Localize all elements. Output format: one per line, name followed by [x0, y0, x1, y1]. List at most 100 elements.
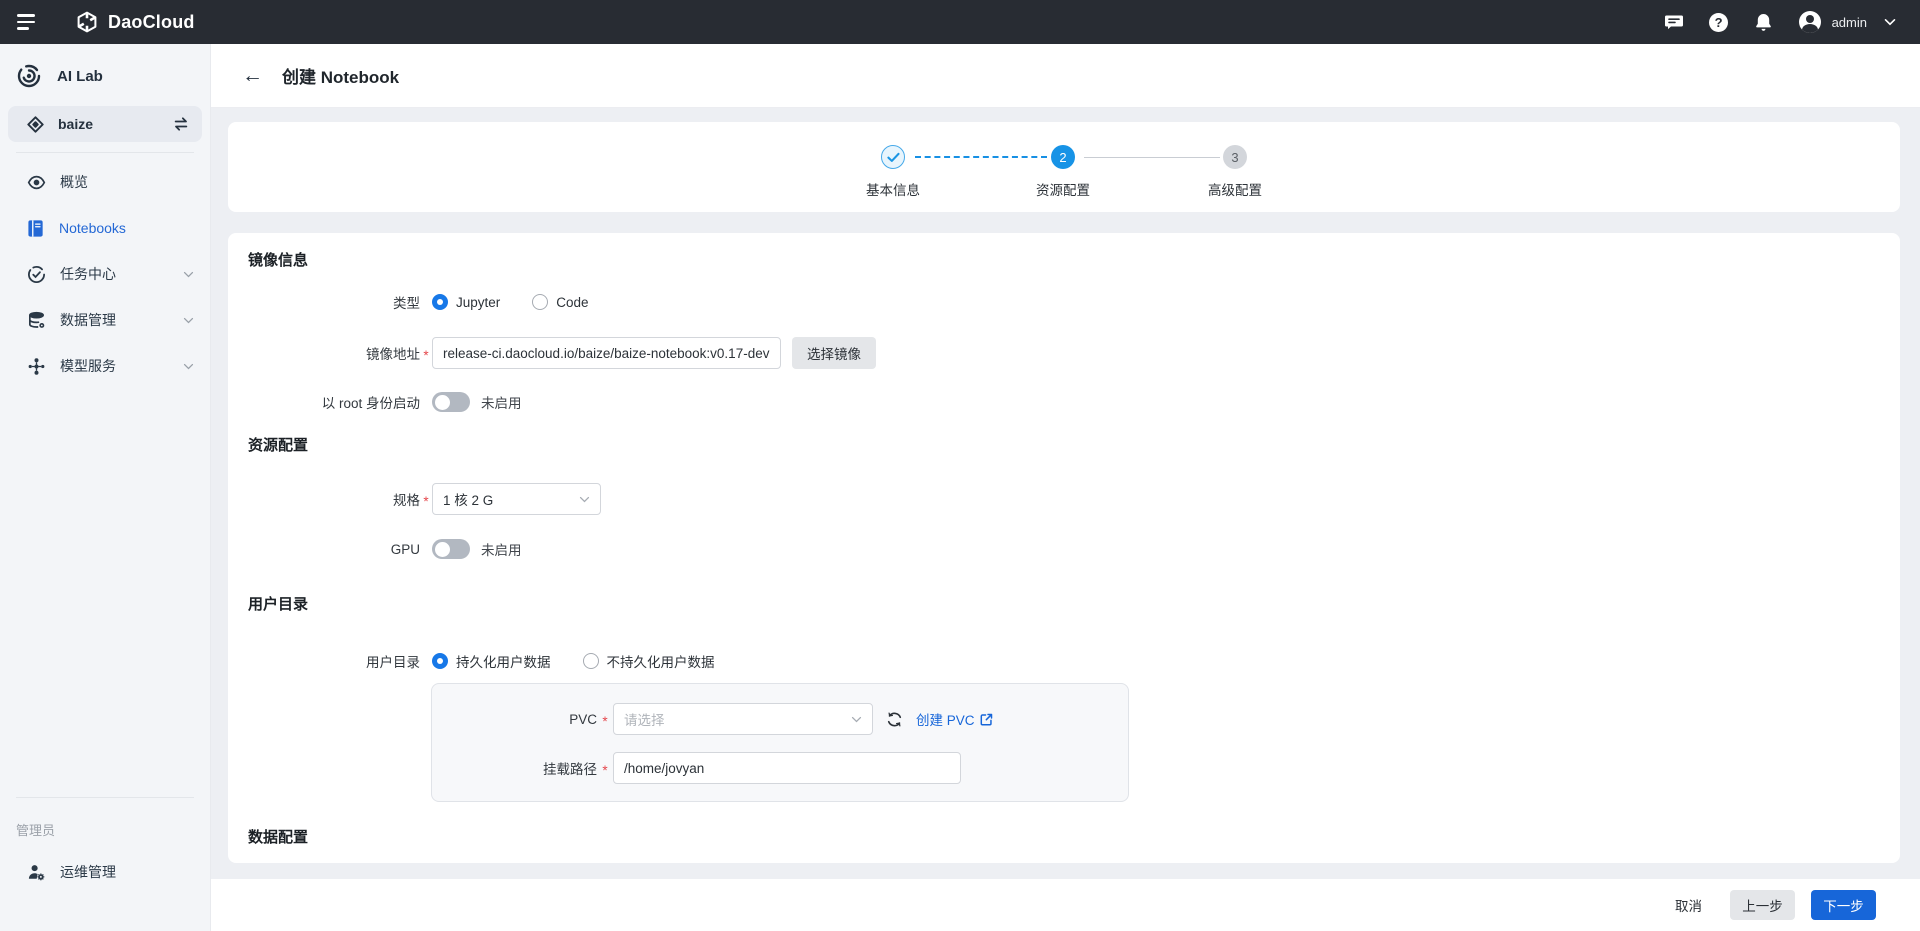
sidebar-item-label: 数据管理: [60, 310, 116, 330]
stepper: 2 3 基本信息 资源配置 高级配置: [228, 122, 1900, 212]
mount-path-row: 挂载路径 *: [432, 752, 1128, 784]
type-radio-jupyter[interactable]: [432, 294, 448, 310]
external-link-icon: [980, 713, 993, 726]
step-3-pending-circle[interactable]: 3: [1223, 145, 1247, 169]
spec-row: 规格 * 1 核 2 G: [228, 483, 1900, 515]
pvc-panel: PVC * 请选择: [431, 683, 1129, 802]
workspace-icon: [27, 116, 44, 133]
pvc-select-placeholder: 请选择: [624, 709, 665, 729]
sidebar: AI Lab baize 概览: [0, 44, 211, 931]
sidebar-bottom: 管理员 运维管理: [0, 787, 210, 931]
persist-data-radio[interactable]: [432, 653, 448, 669]
run-as-root-status: 未启用: [481, 392, 522, 412]
user-menu-chevron-down-icon[interactable]: [1880, 12, 1900, 32]
stepper-connector-dashed: [915, 156, 1047, 158]
sidebar-item-notebooks[interactable]: Notebooks: [0, 205, 210, 251]
pvc-row: PVC * 请选择: [432, 703, 1128, 735]
create-pvc-link[interactable]: 创建 PVC: [916, 709, 993, 729]
mount-path-input[interactable]: [613, 752, 961, 784]
create-pvc-link-label: 创建 PVC: [916, 709, 975, 729]
workspace-selector[interactable]: baize: [8, 106, 202, 142]
home-dir-label: 用户目录: [228, 651, 420, 671]
page-header: ← 创建 Notebook: [211, 44, 1920, 107]
persist-data-label[interactable]: 持久化用户数据: [456, 651, 551, 671]
gpu-row: GPU 未启用: [228, 539, 1900, 559]
required-asterisk: *: [597, 710, 613, 729]
no-persist-data-radio[interactable]: [583, 653, 599, 669]
chevron-down-icon: [851, 716, 862, 723]
type-row: 类型 Jupyter Code: [228, 292, 1900, 312]
cancel-button[interactable]: 取消: [1675, 895, 1702, 915]
chevron-down-icon: [183, 317, 194, 324]
content: 2 3 基本信息 资源配置 高级配置 镜像信息 类型 Jupyter Code …: [211, 107, 1920, 879]
gpu-label: GPU: [228, 542, 420, 557]
notebook-form: 镜像信息 类型 Jupyter Code 镜像地址 * 选择镜像 以 root …: [228, 233, 1900, 863]
step-1-label: 基本信息: [833, 179, 953, 199]
topbar-right: ? admin: [1664, 11, 1920, 33]
mount-path-label: 挂载路径: [432, 758, 597, 778]
section-title-image-info: 镜像信息: [248, 233, 1900, 270]
sidebar-item-label: Notebooks: [59, 220, 126, 236]
task-check-circle-icon: [27, 265, 46, 284]
database-icon: [27, 311, 46, 330]
step-2-label: 资源配置: [1003, 179, 1123, 199]
help-icon[interactable]: ?: [1709, 12, 1729, 32]
sidebar-item-task-center[interactable]: 任务中心: [0, 251, 210, 297]
select-image-button[interactable]: 选择镜像: [792, 337, 876, 369]
prev-step-button[interactable]: 上一步: [1730, 890, 1795, 920]
sidebar-nav: 概览 Notebooks 任务中心: [0, 159, 210, 389]
notifications-bell-icon[interactable]: [1754, 12, 1774, 32]
sidebar-item-model-service[interactable]: 模型服务: [0, 343, 210, 389]
chevron-down-icon: [579, 496, 590, 503]
step-2-active-circle[interactable]: 2: [1051, 145, 1075, 169]
required-asterisk: *: [597, 759, 613, 778]
pvc-label: PVC: [432, 712, 597, 727]
workspace-name: baize: [58, 116, 93, 132]
type-label: 类型: [228, 292, 420, 312]
run-as-root-label: 以 root 身份启动: [228, 392, 420, 412]
page-title: 创建 Notebook: [282, 63, 399, 88]
required-asterisk: *: [420, 490, 432, 509]
wizard-footer: 取消 上一步 下一步: [211, 879, 1920, 931]
model-service-icon: [27, 357, 46, 376]
run-as-root-toggle[interactable]: [432, 392, 470, 412]
feedback-chat-icon[interactable]: [1664, 12, 1684, 32]
app-title: AI Lab: [57, 68, 103, 85]
ai-lab-icon: [16, 63, 42, 89]
type-option-code-label[interactable]: Code: [556, 295, 588, 310]
step-3-label: 高级配置: [1175, 179, 1295, 199]
app-header: AI Lab: [0, 44, 210, 104]
section-title-home-dir: 用户目录: [248, 593, 1900, 614]
pvc-select[interactable]: 请选择: [613, 703, 873, 735]
sidebar-item-data-management[interactable]: 数据管理: [0, 297, 210, 343]
section-title-resource-config: 资源配置: [248, 434, 1900, 455]
notebook-book-icon: [27, 219, 45, 238]
refresh-icon[interactable]: [886, 711, 903, 728]
gpu-toggle[interactable]: [432, 539, 470, 559]
workspace-swap-icon[interactable]: [172, 116, 190, 132]
sidebar-item-label: 任务中心: [60, 264, 116, 284]
no-persist-data-label[interactable]: 不持久化用户数据: [607, 651, 715, 671]
main-area: ← 创建 Notebook 2 3 基本信息 资源配置 高级配置 镜像信息 类型…: [211, 44, 1920, 879]
spec-label: 规格: [228, 489, 420, 509]
spec-select[interactable]: 1 核 2 G: [432, 483, 601, 515]
sidebar-item-label: 模型服务: [60, 356, 116, 376]
sidebar-item-ops-management[interactable]: 运维管理: [0, 849, 210, 895]
image-url-input[interactable]: [432, 337, 781, 369]
menu-toggle-icon[interactable]: [17, 11, 39, 33]
chevron-down-icon: [183, 271, 194, 278]
spec-select-value: 1 核 2 G: [443, 489, 493, 509]
type-option-jupyter-label[interactable]: Jupyter: [456, 295, 500, 310]
check-icon: [887, 152, 900, 163]
chevron-down-icon: [183, 363, 194, 370]
image-url-row: 镜像地址 * 选择镜像: [228, 337, 1900, 369]
admin-group-label: 管理员: [0, 798, 210, 849]
image-url-label: 镜像地址: [228, 343, 420, 363]
back-arrow-icon[interactable]: ←: [242, 65, 263, 86]
type-radio-code[interactable]: [532, 294, 548, 310]
next-step-button[interactable]: 下一步: [1811, 890, 1876, 920]
user-avatar[interactable]: [1799, 11, 1821, 33]
step-1-done-circle[interactable]: [881, 145, 905, 169]
brand: DaoCloud: [75, 10, 195, 34]
sidebar-item-overview[interactable]: 概览: [0, 159, 210, 205]
